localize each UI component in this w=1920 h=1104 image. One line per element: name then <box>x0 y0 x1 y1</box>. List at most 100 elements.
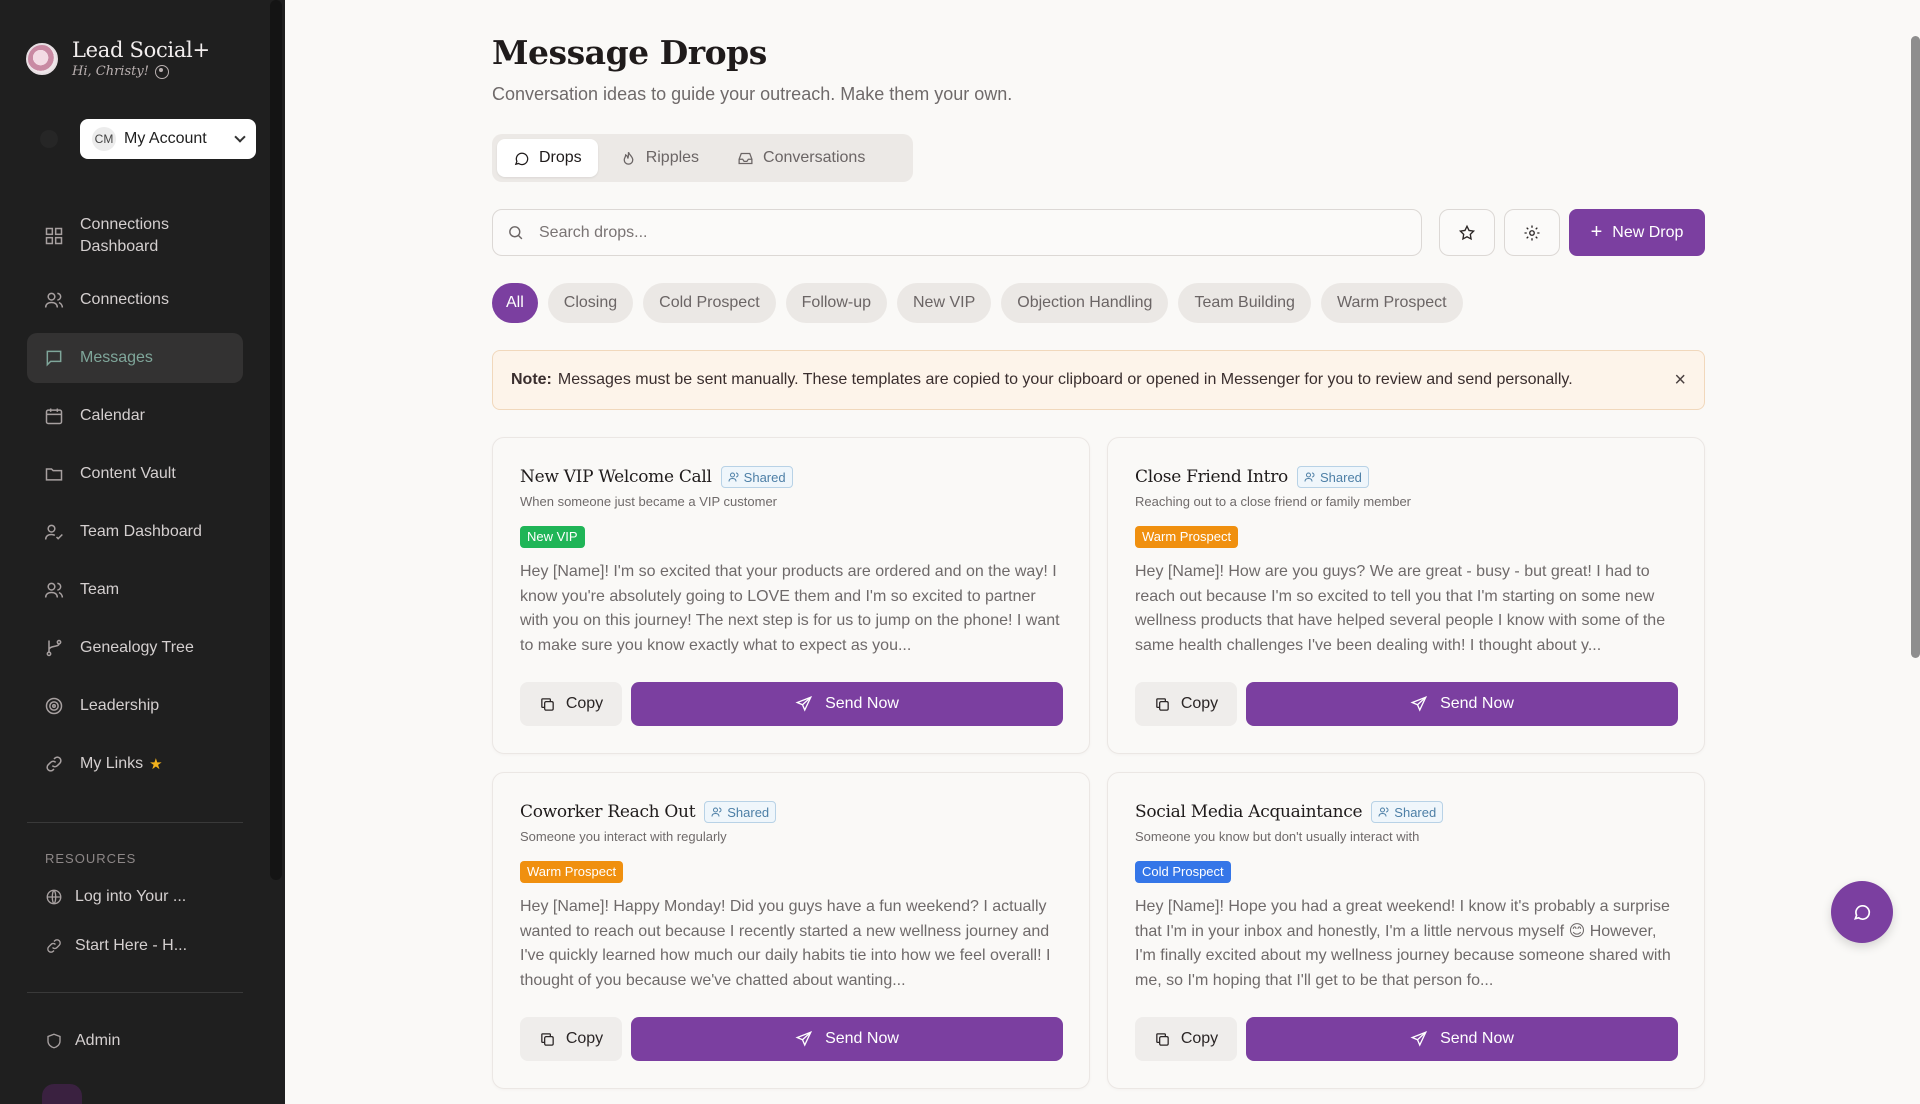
sidebar-item-label: Connections Dashboard <box>80 216 169 255</box>
copy-button[interactable]: Copy <box>520 1017 622 1061</box>
users-icon <box>728 472 739 482</box>
status-dot <box>40 130 58 148</box>
sidebar-item-genealogy-tree[interactable]: Genealogy Tree <box>27 623 243 673</box>
note-text: Messages must be sent manually. These te… <box>557 371 1573 388</box>
drop-card: New VIP Welcome Call Shared When someone… <box>492 437 1090 754</box>
send-now-button[interactable]: Send Now <box>631 1017 1063 1061</box>
sidebar-scrollbar[interactable] <box>270 0 282 880</box>
users-icon <box>1378 807 1389 817</box>
sidebar-item-content-vault[interactable]: Content Vault <box>27 449 243 499</box>
filter-chip-closing[interactable]: Closing <box>547 283 634 323</box>
copy-label: Copy <box>565 1030 604 1047</box>
filter-chip-follow-up[interactable]: Follow-up <box>785 283 887 323</box>
card-title: Social Media Acquaintance <box>1135 802 1363 822</box>
filter-chip-team-building[interactable]: Team Building <box>1178 283 1311 323</box>
sidebar-item-messages[interactable]: Messages <box>27 333 243 383</box>
sidebar-item-my-links[interactable]: My Links ★ <box>27 739 243 789</box>
filter-chip-all[interactable]: All <box>492 283 538 323</box>
admin-link[interactable]: Admin <box>45 1032 120 1050</box>
link-icon <box>46 756 62 772</box>
card-message: Hey [Name]! I'm so excited that your pro… <box>520 563 1060 654</box>
card-title: New VIP Welcome Call <box>520 467 712 487</box>
search-input[interactable] <box>539 223 1399 242</box>
send-now-button[interactable]: Send Now <box>631 682 1063 726</box>
sidebar-item-label: Calendar <box>80 407 145 424</box>
card-subtitle: Someone you interact with regularly <box>520 829 727 844</box>
chat-fab-button[interactable] <box>1831 881 1893 943</box>
sidebar-item-label: Content Vault <box>80 465 176 482</box>
sidebar-divider <box>27 822 243 823</box>
send-icon <box>795 696 813 712</box>
filter-chip-objection-handling[interactable]: Objection Handling <box>1001 283 1169 323</box>
filter-chip-warm-prospect[interactable]: Warm Prospect <box>1320 283 1463 323</box>
tab-ripples[interactable]: Ripples <box>604 139 715 177</box>
shared-label: Shared <box>1319 469 1362 485</box>
sidebar-item-connections[interactable]: Connections <box>27 275 243 325</box>
shield-icon <box>47 1033 61 1049</box>
tab-conversations[interactable]: Conversations <box>721 139 881 177</box>
brand-title: Lead Social+ <box>72 38 210 62</box>
greeting-text: Hi, Christy! <box>72 64 149 79</box>
sidebar: Lead Social+ Hi, Christy! CM My Account … <box>0 0 285 1104</box>
target-icon <box>45 697 63 715</box>
shared-badge: Shared <box>1296 466 1369 488</box>
card-subtitle: Someone you know but don't usually inter… <box>1135 829 1420 844</box>
dashboard-icon <box>45 227 63 245</box>
page-scrollbar[interactable] <box>1911 36 1920 658</box>
copy-icon <box>541 697 554 711</box>
filter-chip-cold-prospect[interactable]: Cold Prospect <box>643 283 776 323</box>
copy-label: Copy <box>1180 1030 1219 1047</box>
copy-button[interactable]: Copy <box>1135 1017 1237 1061</box>
favorites-button[interactable] <box>1439 209 1495 256</box>
copy-button[interactable]: Copy <box>1135 682 1237 726</box>
copy-icon <box>1156 697 1169 711</box>
send-now-button[interactable]: Send Now <box>1246 1017 1678 1061</box>
copy-button[interactable]: Copy <box>520 682 622 726</box>
send-now-button[interactable]: Send Now <box>1246 682 1678 726</box>
account-row: CM My Account <box>40 119 256 159</box>
users-icon <box>44 582 64 598</box>
filter-chips: All Closing Cold Prospect Follow-up New … <box>492 283 1463 323</box>
tab-label: Conversations <box>763 149 866 166</box>
inbox-icon <box>738 152 753 164</box>
send-label: Send Now <box>825 1030 899 1047</box>
gear-icon <box>1524 225 1540 240</box>
shared-label: Shared <box>743 469 786 485</box>
sidebar-item-team[interactable]: Team <box>27 565 243 615</box>
users-icon <box>44 292 64 308</box>
star-outline-icon <box>1458 224 1476 240</box>
new-drop-button[interactable]: + New Drop <box>1569 209 1705 256</box>
send-icon <box>795 1031 813 1047</box>
card-subtitle: When someone just became a VIP customer <box>520 494 777 509</box>
users-icon <box>1304 472 1315 482</box>
category-tag: Warm Prospect <box>520 861 624 883</box>
sidebar-item-calendar[interactable]: Calendar <box>27 391 243 441</box>
sidebar-nav: Connections Dashboard Connections Messag… <box>27 205 243 797</box>
settings-button[interactable] <box>1504 209 1560 256</box>
copy-icon <box>1156 1032 1169 1046</box>
send-icon <box>1410 696 1428 712</box>
resource-item-log-in[interactable]: Log into Your ... <box>45 888 186 906</box>
brand[interactable]: Lead Social+ Hi, Christy! <box>26 38 210 79</box>
send-label: Send Now <box>825 695 899 712</box>
user-circle-icon[interactable] <box>154 64 169 79</box>
drop-card: Close Friend Intro Shared Reaching out t… <box>1107 437 1705 754</box>
shared-label: Shared <box>1394 804 1437 820</box>
category-tag: Warm Prospect <box>1135 526 1239 548</box>
sidebar-item-connections-dashboard[interactable]: Connections Dashboard <box>27 205 243 267</box>
shared-badge: Shared <box>720 466 793 488</box>
resource-item-label: Start Here - H... <box>75 937 188 954</box>
account-label: My Account <box>124 130 207 147</box>
filter-chip-new-vip[interactable]: New VIP <box>897 283 992 323</box>
help-button[interactable] <box>42 1084 82 1104</box>
my-account-button[interactable]: CM My Account <box>80 119 256 159</box>
resource-item-start-here[interactable]: Start Here - H... <box>45 937 187 955</box>
manual-send-note: Note: Messages must be sent manually. Th… <box>492 350 1705 410</box>
close-icon[interactable]: × <box>1674 369 1686 392</box>
sidebar-item-team-dashboard[interactable]: Team Dashboard <box>27 507 243 557</box>
message-icon <box>46 350 62 367</box>
tab-drops[interactable]: Drops <box>497 139 598 177</box>
sidebar-item-leadership[interactable]: Leadership <box>27 681 243 731</box>
sidebar-item-label: Messages <box>80 349 153 366</box>
drop-card: Coworker Reach Out Shared Someone you in… <box>492 772 1090 1089</box>
